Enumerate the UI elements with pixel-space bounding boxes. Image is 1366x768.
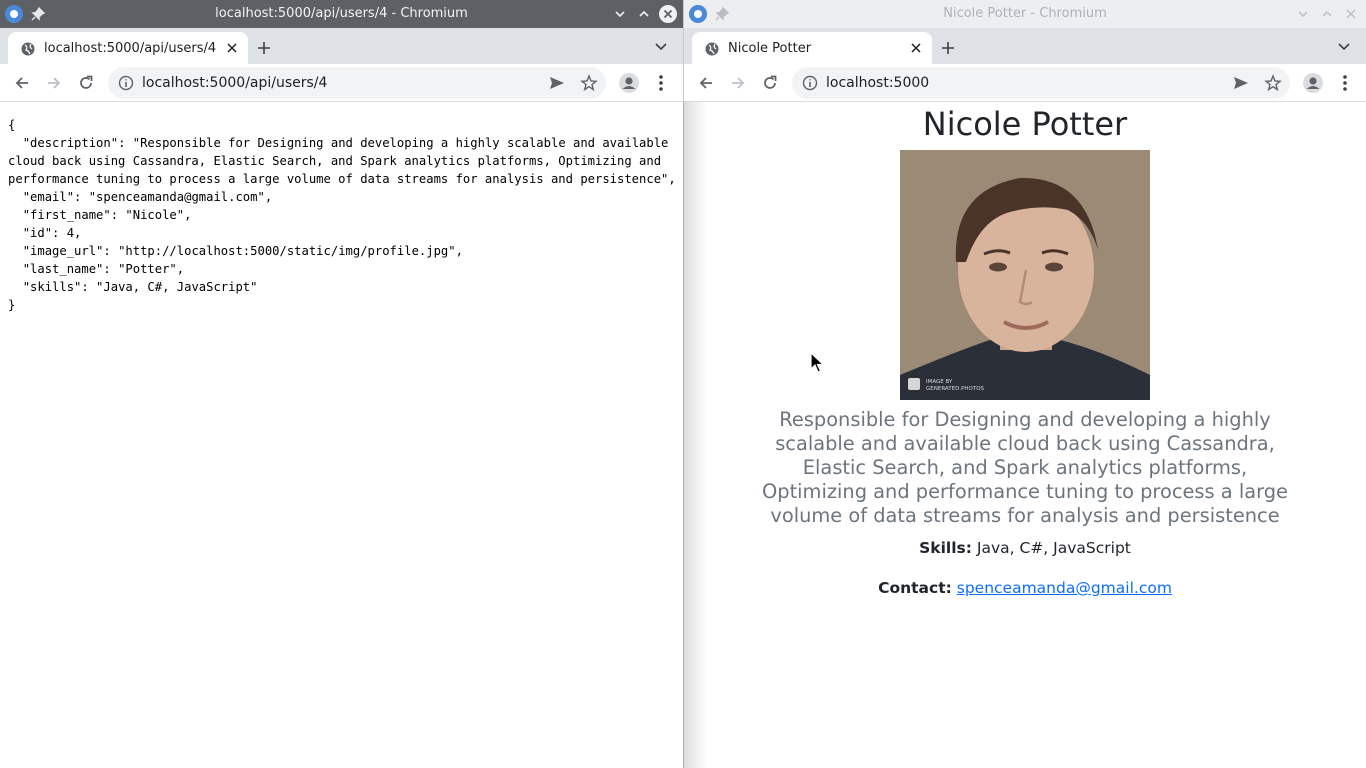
json-line: "id": 4,	[8, 226, 82, 240]
skills-value: Java, C#, JavaScript	[976, 539, 1131, 557]
maximize-chevron-up-icon[interactable]	[635, 5, 653, 23]
tab-label: localhost:5000/api/users/4	[44, 41, 217, 56]
kebab-menu-icon[interactable]	[650, 72, 672, 94]
minimize-chevron-down-icon[interactable]	[1294, 5, 1312, 23]
star-icon[interactable]	[1264, 74, 1282, 92]
toolbar: localhost:5000/api/users/4	[0, 64, 683, 102]
new-tab-plus-icon[interactable]	[252, 36, 276, 60]
json-line: "first_name": "Nicole",	[8, 208, 192, 222]
json-line: "skills": "Java, C#, JavaScript"	[8, 280, 258, 294]
address-bar[interactable]: localhost:5000	[792, 67, 1290, 99]
profile-icon[interactable]	[1302, 72, 1324, 94]
tab-strip: Nicole Potter	[684, 28, 1366, 64]
profile-photo: IMAGE BY GENERATED.PHOTOS	[900, 150, 1150, 400]
json-line: "description": "Responsible for Designin…	[8, 136, 676, 186]
contact-label: Contact:	[878, 579, 952, 597]
right-titlebar[interactable]: Nicole Potter - Chromium	[684, 0, 1366, 28]
left-browser-window: localhost:5000/api/users/4 - Chromium lo…	[0, 0, 683, 768]
globe-icon	[705, 42, 719, 56]
contact-email-link[interactable]: spenceamanda@gmail.com	[957, 579, 1172, 597]
profile-name-heading: Nicole Potter	[922, 105, 1128, 143]
globe-icon	[21, 42, 35, 56]
tab-active[interactable]: Nicole Potter	[692, 32, 932, 64]
photo-watermark: IMAGE BY	[926, 379, 953, 385]
photo-watermark-2: GENERATED.PHOTOS	[926, 386, 985, 392]
info-icon[interactable]	[802, 75, 818, 91]
window-title: localhost:5000/api/users/4 - Chromium	[215, 6, 468, 21]
json-line: "email": "spenceamanda@gmail.com",	[8, 190, 273, 204]
url-text[interactable]: localhost:5000/api/users/4	[142, 75, 327, 91]
tab-active[interactable]: localhost:5000/api/users/4	[8, 32, 248, 64]
json-response-body: { "description": "Responsible for Design…	[8, 116, 678, 314]
profile-icon[interactable]	[618, 72, 640, 94]
window-close-icon[interactable]	[1342, 5, 1360, 23]
tab-strip: localhost:5000/api/users/4	[0, 28, 683, 64]
profile-skills: Skills: Java, C#, JavaScript	[684, 538, 1366, 558]
send-icon[interactable]	[548, 74, 566, 92]
tab-close-icon[interactable]	[224, 40, 240, 56]
window-close-icon[interactable]	[659, 5, 677, 23]
send-icon[interactable]	[1232, 74, 1250, 92]
new-tab-plus-icon[interactable]	[936, 36, 960, 60]
forward-arrow-icon[interactable]	[726, 71, 750, 95]
forward-arrow-icon[interactable]	[42, 71, 66, 95]
maximize-chevron-up-icon[interactable]	[1318, 5, 1336, 23]
mouse-cursor-icon	[810, 352, 824, 373]
back-arrow-icon[interactable]	[694, 71, 718, 95]
profile-description: Responsible for Designing and developing…	[762, 408, 1288, 527]
minimize-chevron-down-icon[interactable]	[611, 5, 629, 23]
profile-contact: Contact: spenceamanda@gmail.com	[684, 578, 1366, 598]
tab-search-chevron-down-icon[interactable]	[1334, 36, 1354, 56]
reload-icon[interactable]	[758, 71, 782, 95]
kebab-menu-icon[interactable]	[1334, 72, 1356, 94]
info-icon[interactable]	[118, 75, 134, 91]
tab-close-icon[interactable]	[908, 40, 924, 56]
left-titlebar[interactable]: localhost:5000/api/users/4 - Chromium	[0, 0, 683, 28]
json-line: "last_name": "Potter",	[8, 262, 185, 276]
tab-label: Nicole Potter	[728, 41, 812, 56]
toolbar: localhost:5000	[684, 64, 1366, 102]
right-browser-window: Nicole Potter - Chromium Nicole Potter l…	[683, 0, 1366, 768]
star-icon[interactable]	[580, 74, 598, 92]
reload-icon[interactable]	[74, 71, 98, 95]
profile-page: Nicole Potter IMAGE BY GENERATED.PHOTOS …	[684, 102, 1366, 768]
address-bar[interactable]: localhost:5000/api/users/4	[108, 67, 606, 99]
json-line: {	[8, 118, 16, 132]
json-line: "image_url": "http://localhost:5000/stat…	[8, 244, 463, 258]
url-text[interactable]: localhost:5000	[826, 75, 929, 91]
tab-search-chevron-down-icon[interactable]	[651, 36, 671, 56]
json-line: }	[8, 298, 16, 312]
skills-label: Skills:	[919, 539, 972, 557]
window-title: Nicole Potter - Chromium	[943, 6, 1107, 21]
back-arrow-icon[interactable]	[10, 71, 34, 95]
